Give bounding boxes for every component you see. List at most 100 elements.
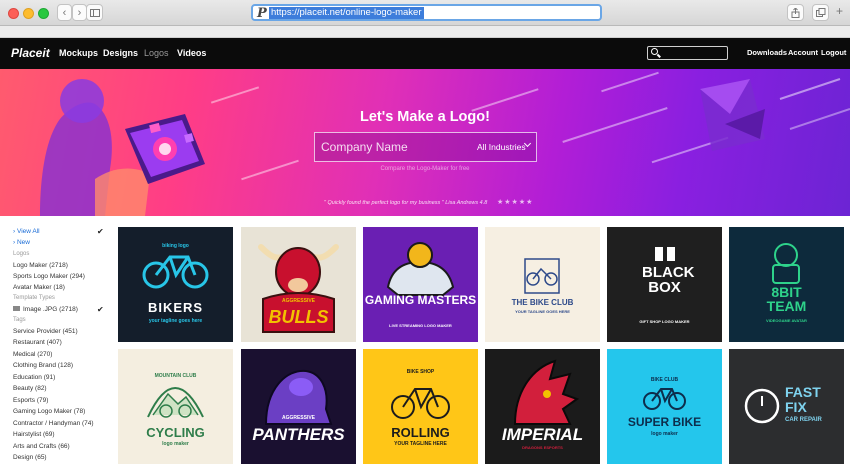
minimize-window-button[interactable] [23, 8, 34, 19]
tags-header: Tags [13, 317, 26, 323]
tile-title: BULLS [268, 307, 329, 327]
nav-downloads[interactable]: Downloads [747, 48, 787, 57]
logo-tile-gaming-masters[interactable]: GAMING MASTERS LIVE STREAMING LOGO MAKER [363, 227, 478, 342]
image-icon [13, 306, 20, 311]
filter-image-jpg[interactable]: Image .JPG (2718) [13, 306, 78, 313]
nav-logos[interactable]: Logos [144, 48, 169, 58]
bicycle-icon [643, 388, 686, 410]
zoom-window-button[interactable] [38, 8, 49, 19]
tag-item[interactable]: Arts and Crafts (66) [13, 443, 70, 450]
tabs-icon [815, 8, 825, 17]
share-button[interactable] [787, 4, 804, 21]
tile-subtitle: logo maker [651, 431, 678, 437]
tile-subtitle: DRAGONS ESPORTS [522, 445, 563, 450]
tile-subtitle: VIDEOGAME AVATAR [766, 318, 807, 323]
search-input[interactable] [647, 46, 728, 60]
tile-title: IMPERIAL [501, 425, 584, 444]
logos-header: Logos [13, 251, 30, 257]
tag-item[interactable]: Esports (79) [13, 397, 48, 404]
tile-title: THE BIKE CLUB [511, 298, 574, 307]
logo-tile-imperial[interactable]: IMPERIAL DRAGONS ESPORTS [485, 349, 600, 464]
share-icon [791, 7, 800, 18]
nav-logout[interactable]: Logout [821, 48, 846, 57]
placeit-logo[interactable]: Placeit [11, 46, 50, 60]
rating-stars: ★★★★★ [497, 199, 534, 206]
logo-tile-bikers[interactable]: biking logo BIKERS your tagline goes her… [118, 227, 233, 342]
envelope-illustration [700, 78, 850, 151]
new-tab-icon[interactable]: + [836, 4, 843, 18]
tile-top-text: MOUNTAIN CLUB [154, 373, 197, 379]
testimonial-quote: " Quickly found the perfect logo for my … [324, 200, 488, 206]
hero-banner: Let's Make a Logo! Company Name All Indu… [0, 69, 850, 216]
tag-item[interactable]: Clothing Brand (128) [13, 362, 73, 369]
url-text[interactable]: https://placeit.net/online-logo-maker [269, 7, 424, 19]
tile-title: 8BIT TEAM [766, 284, 807, 314]
logo-tile-cycling[interactable]: MOUNTAIN CLUB CYCLING logo maker [118, 349, 233, 464]
logo-tile-fast-fix[interactable]: FAST FIX CAR REPAIR [729, 349, 844, 464]
logo-tile-black-box[interactable]: BLACK BOX GIFT SHOP LOGO MAKER [607, 227, 722, 342]
checkmark-icon: ✔ [97, 227, 104, 236]
logo-tile-the-bike-club[interactable]: THE BIKE CLUB YOUR TAGLINE GOES HERE [485, 227, 600, 342]
tile-title: CYCLING [146, 425, 205, 440]
checkmark-icon: ✔ [97, 305, 104, 314]
tile-top-text: AGGRESSIVE [281, 415, 316, 421]
tag-item[interactable]: Contractor / Handyman (74) [13, 420, 94, 427]
logo-tile-rolling[interactable]: BIKE SHOP ROLLING YOUR TAGLINE HERE [363, 349, 478, 464]
forward-button[interactable]: › [72, 4, 87, 21]
tabs-overview-button[interactable] [812, 4, 829, 21]
tile-top-text: BIKE CLUB [650, 377, 679, 383]
tag-item[interactable]: Hairstylist (69) [13, 431, 55, 438]
hero-hint: Compare the Logo-Maker for free [380, 166, 470, 172]
tag-item[interactable]: Beauty (82) [13, 385, 47, 392]
browser-toolbar: ‹ › P https://placeit.net/online-logo-ma… [0, 0, 850, 26]
tile-top-text: AGGRESSIVE [281, 298, 316, 304]
nav-account[interactable]: Account [788, 48, 818, 57]
filter-logo-maker[interactable]: Logo Maker (2718) [13, 262, 68, 269]
chevron-right-icon: › [77, 6, 82, 19]
tag-item[interactable]: Medical (270) [13, 351, 52, 358]
logo-tile-bulls[interactable]: AGGRESSIVE BULLS [241, 227, 356, 342]
tag-item[interactable]: Education (91) [13, 374, 55, 381]
tile-subtitle: GIFT SHOP LOGO MAKER [639, 319, 690, 324]
close-window-button[interactable] [8, 8, 19, 19]
logo-tile-panthers[interactable]: AGGRESSIVE PANTHERS [241, 349, 356, 464]
tile-title: PANTHERS [252, 425, 345, 444]
industry-select[interactable]: All Industries [477, 142, 526, 152]
nav-mockups[interactable]: Mockups [59, 48, 98, 58]
tile-subtitle: YOUR TAGLINE HERE [394, 441, 447, 447]
nav-designs[interactable]: Designs [103, 48, 138, 58]
tag-item[interactable]: Service Provider (451) [13, 328, 78, 335]
decor-stripe [601, 71, 659, 93]
tile-top-text: biking logo [162, 243, 189, 249]
hero-title: Let's Make a Logo! [360, 109, 490, 125]
back-button[interactable]: ‹ [57, 4, 72, 21]
panther-mascot-icon [264, 369, 333, 425]
company-name-input[interactable]: Company Name All Industries [314, 132, 537, 162]
filter-image-jpg-label: Image .JPG (2718) [23, 306, 78, 313]
tab-strip [0, 26, 850, 38]
search-icon [651, 48, 658, 55]
tile-title: ROLLING [391, 425, 450, 440]
tag-item[interactable]: Gaming Logo Maker (78) [13, 408, 85, 415]
tag-item[interactable]: Design (65) [13, 454, 47, 461]
tile-subtitle: your tagline goes here [148, 318, 203, 324]
tile-title: BLACK BOX [642, 264, 695, 296]
tile-title: SUPER BIKE [627, 415, 702, 429]
filter-new-label: New [16, 239, 30, 246]
filter-new[interactable]: › New [13, 239, 30, 246]
filter-avatar-maker[interactable]: Avatar Maker (18) [13, 284, 65, 291]
tag-item[interactable]: Restaurant (407) [13, 339, 62, 346]
person-with-tablet-illustration [40, 79, 205, 216]
tile-title: BIKERS [147, 300, 204, 315]
company-name-placeholder: Company Name [321, 140, 408, 154]
template-types-header: Template Types [13, 295, 55, 301]
nav-videos[interactable]: Videos [177, 48, 206, 58]
sidebar-toggle-button[interactable] [86, 4, 103, 21]
tile-subtitle: YOUR TAGLINE GOES HERE [515, 309, 570, 314]
filter-sports-logo-maker[interactable]: Sports Logo Maker (294) [13, 273, 85, 280]
logo-tile-8bit-team[interactable]: 8BIT TEAM VIDEOGAME AVATAR [729, 227, 844, 342]
address-bar[interactable]: P https://placeit.net/online-logo-maker [251, 4, 602, 21]
filter-view-all[interactable]: › View All [13, 228, 40, 235]
site-favicon: P [257, 6, 267, 21]
logo-tile-super-bike[interactable]: BIKE CLUB SUPER BIKE logo maker [607, 349, 722, 464]
